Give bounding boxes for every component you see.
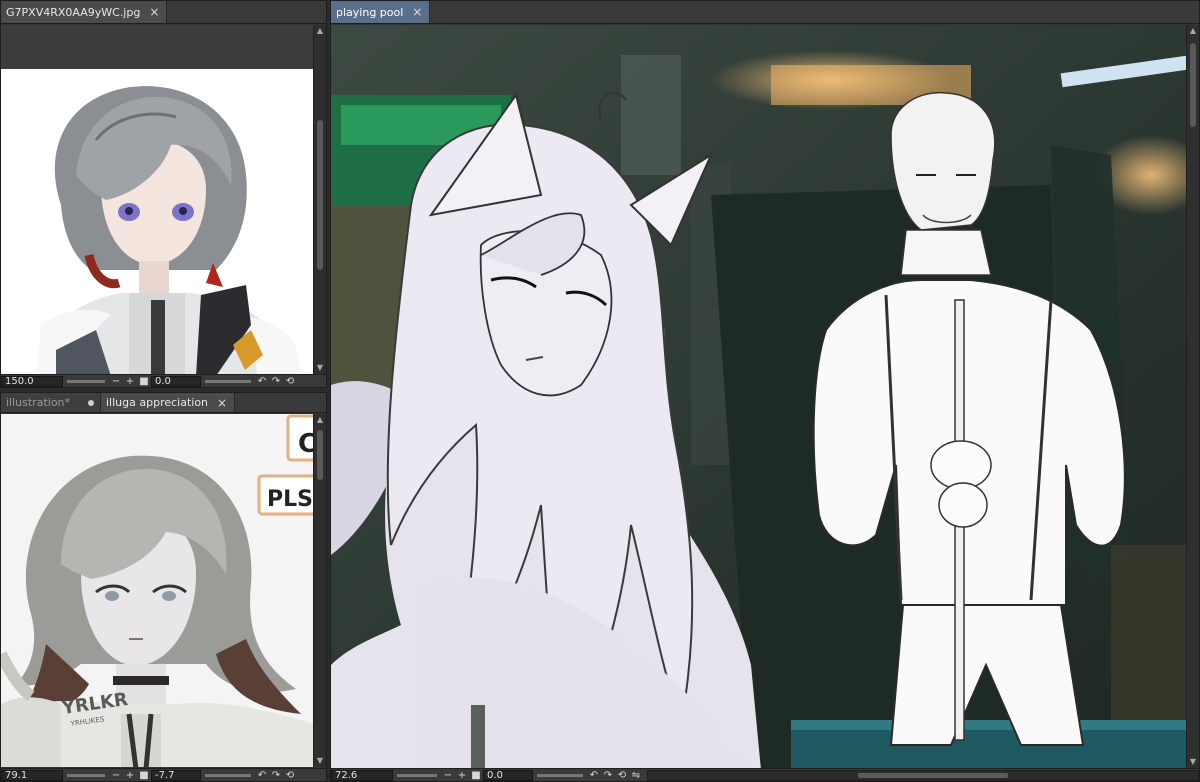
tab-bar: playing pool × bbox=[331, 1, 1199, 24]
rotation-slider[interactable] bbox=[205, 773, 251, 777]
navigator-status-bar: 79.1 − + ■ -7.7 ↶ ↷ ⟲ bbox=[1, 768, 326, 781]
tab-label: G7PXV4RX0AA9yWC.jpg bbox=[6, 5, 141, 19]
zoom-field[interactable]: 79.1 bbox=[1, 769, 63, 781]
fit-square-icon[interactable]: ■ bbox=[137, 376, 151, 387]
undo-rotate-icon[interactable]: ↶ bbox=[255, 770, 269, 781]
scroll-down-arrow-icon[interactable]: ▼ bbox=[314, 755, 326, 767]
scrollbar-thumb[interactable] bbox=[858, 772, 1008, 778]
scrollbar-thumb[interactable] bbox=[1190, 43, 1196, 127]
reset-rotate-icon[interactable]: ⟲ bbox=[283, 376, 297, 387]
flip-horizontal-icon[interactable]: ⇋ bbox=[629, 770, 643, 781]
redo-rotate-icon[interactable]: ↷ bbox=[269, 376, 283, 387]
scroll-up-arrow-icon[interactable]: ▲ bbox=[1187, 25, 1199, 37]
horizontal-scrollbar[interactable] bbox=[647, 769, 1199, 781]
zoom-in-button[interactable]: + bbox=[123, 770, 137, 781]
scroll-up-arrow-icon[interactable]: ▲ bbox=[314, 25, 326, 37]
vertical-scrollbar[interactable]: ▲ ▼ bbox=[313, 25, 326, 374]
canvas-pane-top-left: G7PXV4RX0AA9yWC.jpg × ▲ ▼ 150.0 − + ■ 0.… bbox=[0, 0, 327, 388]
zoom-field[interactable]: 72.6 bbox=[331, 769, 393, 781]
close-icon[interactable]: × bbox=[216, 396, 228, 410]
illustration-artwork: YRLKR YRHLIKES C PLS bbox=[1, 414, 313, 767]
undo-rotate-icon[interactable]: ↶ bbox=[255, 376, 269, 387]
tab-label: illustration* bbox=[6, 396, 71, 409]
vertical-scrollbar[interactable]: ▲ ▼ bbox=[313, 414, 326, 767]
app-window: G7PXV4RX0AA9yWC.jpg × ▲ ▼ 150.0 − + ■ 0.… bbox=[0, 0, 1200, 782]
speech-bubble-text: C bbox=[298, 429, 313, 459]
close-icon[interactable]: × bbox=[148, 5, 160, 19]
zoom-slider[interactable] bbox=[397, 773, 437, 777]
reset-rotate-icon[interactable]: ⟲ bbox=[283, 770, 297, 781]
reference-canvas[interactable] bbox=[1, 25, 313, 374]
zoom-out-button[interactable]: − bbox=[109, 770, 123, 781]
navigator-status-bar: 150.0 − + ■ 0.0 ↶ ↷ ⟲ bbox=[1, 374, 326, 387]
fit-square-icon[interactable]: ■ bbox=[469, 770, 483, 781]
undo-rotate-icon[interactable]: ↶ bbox=[587, 770, 601, 781]
scrollbar-thumb[interactable] bbox=[317, 120, 323, 270]
navigator-status-bar: 72.6 − + ■ 0.0 ↶ ↷ ⟲ ⇋ bbox=[331, 768, 1199, 781]
zoom-field[interactable]: 150.0 bbox=[1, 375, 63, 387]
close-icon[interactable]: × bbox=[411, 5, 423, 19]
tab-illuga-appreciation[interactable]: illuga appreciation × bbox=[101, 393, 236, 412]
rotation-slider[interactable] bbox=[205, 379, 251, 383]
redo-rotate-icon[interactable]: ↷ bbox=[269, 770, 283, 781]
scrollbar-thumb[interactable] bbox=[317, 430, 323, 480]
fit-square-icon[interactable]: ■ bbox=[137, 770, 151, 781]
illustration-canvas[interactable]: YRLKR YRHLIKES C PLS bbox=[1, 414, 313, 767]
tab-bar: G7PXV4RX0AA9yWC.jpg × bbox=[1, 1, 326, 24]
vertical-scrollbar[interactable]: ▲ ▼ bbox=[1186, 25, 1199, 768]
zoom-out-button[interactable]: − bbox=[109, 376, 123, 387]
playing-pool-artwork bbox=[331, 25, 1186, 768]
zoom-in-button[interactable]: + bbox=[123, 376, 137, 387]
zoom-out-button[interactable]: − bbox=[441, 770, 455, 781]
reset-rotate-icon[interactable]: ⟲ bbox=[615, 770, 629, 781]
tab-label: playing pool bbox=[336, 5, 404, 19]
rotation-field[interactable]: 0.0 bbox=[483, 769, 533, 781]
rotation-field[interactable]: 0.0 bbox=[151, 375, 201, 387]
modified-dot-icon bbox=[88, 399, 94, 406]
rotation-field[interactable]: -7.7 bbox=[151, 769, 201, 781]
speech-bubble-text: PLS bbox=[267, 487, 313, 512]
zoom-slider[interactable] bbox=[67, 379, 105, 383]
tab-illustration[interactable]: illustration* bbox=[1, 393, 101, 412]
rotation-slider[interactable] bbox=[537, 773, 583, 777]
tab-bar: illustration* illuga appreciation × bbox=[1, 393, 326, 413]
scroll-up-arrow-icon[interactable]: ▲ bbox=[314, 414, 326, 426]
scroll-down-arrow-icon[interactable]: ▼ bbox=[314, 362, 326, 374]
reference-portrait-image bbox=[1, 69, 313, 374]
canvas-pane-bottom-left: illustration* illuga appreciation × YRLK… bbox=[0, 392, 327, 782]
zoom-in-button[interactable]: + bbox=[455, 770, 469, 781]
tab-label: illuga appreciation bbox=[106, 396, 209, 409]
main-canvas[interactable] bbox=[331, 25, 1186, 768]
tab-playing-pool[interactable]: playing pool × bbox=[331, 1, 431, 23]
scroll-down-arrow-icon[interactable]: ▼ bbox=[1187, 756, 1199, 768]
canvas-pane-main: playing pool × ▲ ▼ 72.6 − + ■ 0.0 ↶ ↷ ⟲ … bbox=[330, 0, 1200, 782]
redo-rotate-icon[interactable]: ↷ bbox=[601, 770, 615, 781]
zoom-slider[interactable] bbox=[67, 773, 105, 777]
tab-reference-image[interactable]: G7PXV4RX0AA9yWC.jpg × bbox=[1, 1, 168, 23]
